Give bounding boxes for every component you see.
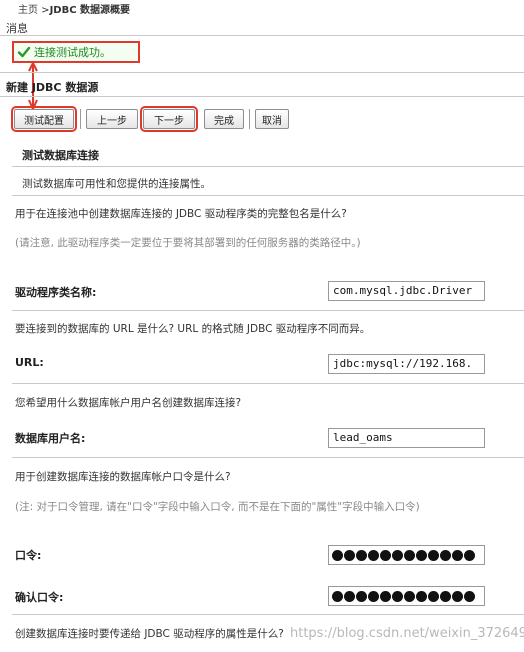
next-button[interactable]: 下一步 bbox=[140, 106, 198, 132]
breadcrumb: 主页 >JDBC 数据源概要 bbox=[18, 1, 130, 16]
divider bbox=[0, 96, 524, 97]
driver-class-label: 驱动程序类名称: bbox=[15, 286, 97, 299]
db-username-label: 数据库用户名: bbox=[15, 432, 86, 445]
cancel-button[interactable]: 取消 bbox=[255, 109, 289, 129]
divider bbox=[12, 383, 524, 384]
user-question: 您希望用什么数据库帐户用户名创建数据库连接? bbox=[15, 397, 242, 409]
message-section-title: 消息 bbox=[6, 22, 28, 35]
divider bbox=[0, 72, 524, 73]
toolbar-separator bbox=[80, 109, 81, 129]
properties-question: 创建数据库连接时要传递给 JDBC 驱动程序的属性是什么? bbox=[15, 628, 284, 640]
password-label: 口令: bbox=[15, 549, 42, 562]
driver-class-input[interactable]: com.mysql.jdbc.Driver bbox=[328, 281, 485, 301]
divider bbox=[12, 457, 524, 458]
step-title: 测试数据库连接 bbox=[22, 149, 99, 162]
check-icon bbox=[17, 46, 31, 58]
url-input[interactable]: jdbc:mysql://192.168. bbox=[328, 354, 485, 374]
url-label: URL: bbox=[15, 356, 44, 369]
db-username-input[interactable]: lead_oams bbox=[328, 428, 485, 448]
message-text: 连接测试成功。 bbox=[34, 46, 111, 59]
divider bbox=[12, 195, 524, 196]
breadcrumb-home[interactable]: 主页 bbox=[18, 5, 38, 16]
driver-note: (请注意, 此驱动程序类一定要位于要将其部署到的任何服务器的类路径中。) bbox=[15, 237, 361, 249]
driver-question: 用于在连接池中创建数据库连接的 JDBC 驱动程序类的完整包名是什么? bbox=[15, 208, 347, 220]
prev-button[interactable]: 上一步 bbox=[86, 109, 138, 129]
step-description: 测试数据库可用性和您提供的连接属性。 bbox=[22, 178, 211, 190]
breadcrumb-separator: > bbox=[38, 5, 50, 16]
finish-button[interactable]: 完成 bbox=[204, 109, 244, 129]
test-config-button[interactable]: 测试配置 bbox=[11, 106, 77, 132]
form-title: 新建 JDBC 数据源 bbox=[6, 81, 99, 94]
confirm-password-label: 确认口令: bbox=[15, 591, 64, 604]
url-question: 要连接到的数据库的 URL 是什么? URL 的格式随 JDBC 驱动程序不同而… bbox=[15, 323, 371, 335]
password-question: 用于创建数据库连接的数据库帐户口令是什么? bbox=[15, 471, 231, 483]
divider bbox=[12, 614, 524, 615]
password-input[interactable] bbox=[328, 545, 485, 565]
message-box: 连接测试成功。 bbox=[12, 41, 140, 63]
breadcrumb-current[interactable]: JDBC 数据源概要 bbox=[50, 5, 130, 16]
password-note: (注: 对于口令管理, 请在"口令"字段中输入口令, 而不是在下面的"属性"字段… bbox=[15, 501, 420, 513]
toolbar-separator bbox=[249, 109, 250, 129]
divider bbox=[0, 35, 524, 36]
watermark: https://blog.csdn.net/weixin_37264997 bbox=[290, 626, 524, 641]
divider bbox=[12, 166, 524, 167]
confirm-password-input[interactable] bbox=[328, 586, 485, 606]
divider bbox=[12, 310, 524, 311]
